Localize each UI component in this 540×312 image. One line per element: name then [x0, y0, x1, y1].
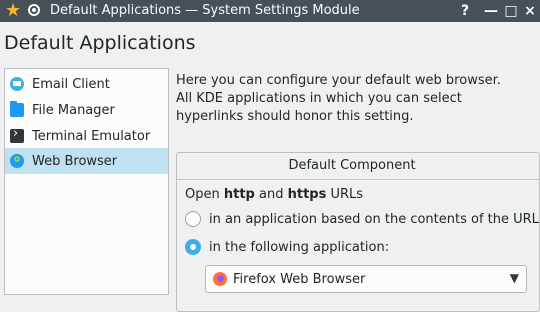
window-titlebar: ★ Default Applications — System Settings…	[0, 0, 540, 22]
radio-url-based-label: in an application based on the contents …	[209, 211, 539, 227]
sidebar-item-terminal-emulator[interactable]: Terminal Emulator	[5, 123, 168, 149]
group-title: Default Component	[288, 158, 416, 173]
http-label: http	[223, 187, 255, 202]
radio-url-based[interactable]	[185, 211, 201, 227]
sidebar-item-email-client[interactable]: Email Client	[5, 71, 168, 97]
star-icon[interactable]: ★	[5, 1, 21, 21]
radio-url-based-row[interactable]: in an application based on the contents …	[185, 209, 539, 229]
open-urls-label: Open http and https URLs	[185, 187, 363, 202]
sidebar-item-web-browser[interactable]: Web Browser	[5, 148, 168, 174]
terminal-icon	[10, 126, 24, 143]
browser-select-value: Firefox Web Browser	[233, 271, 366, 287]
window-title: Default Applications — System Settings M…	[50, 3, 360, 18]
https-label: https	[287, 187, 327, 202]
page-title: Default Applications	[4, 32, 196, 54]
divider	[177, 179, 539, 180]
sidebar-item-label: Terminal Emulator	[32, 128, 151, 144]
firefox-icon	[213, 272, 227, 286]
sidebar-item-label: Web Browser	[32, 153, 118, 169]
open-and: and	[254, 187, 288, 202]
sidebar-item-label: Email Client	[32, 76, 110, 92]
sidebar-item-file-manager[interactable]: File Manager	[5, 97, 168, 123]
folder-icon	[10, 101, 24, 117]
maximize-button[interactable]: □	[501, 1, 521, 21]
radio-following-app-row[interactable]: in the following application:	[185, 237, 389, 257]
sidebar: Email Client File Manager Terminal Emula…	[4, 68, 169, 295]
help-button[interactable]: ?	[455, 1, 475, 21]
minimize-button[interactable]: —	[481, 1, 501, 21]
open-prefix: Open	[185, 187, 224, 202]
email-icon	[10, 77, 24, 91]
open-suffix: URLs	[326, 187, 364, 202]
browser-select[interactable]: Firefox Web Browser ▼	[205, 265, 527, 293]
web-browser-icon	[10, 154, 24, 168]
radio-following-app-label: in the following application:	[209, 239, 390, 255]
radio-following-app[interactable]	[185, 239, 201, 255]
sidebar-item-label: File Manager	[32, 102, 115, 118]
gear-icon[interactable]	[28, 4, 40, 16]
chevron-down-icon[interactable]: ▼	[510, 271, 519, 285]
description-text: Here you can configure your default web …	[176, 73, 501, 124]
close-button[interactable]: ×	[520, 1, 540, 21]
